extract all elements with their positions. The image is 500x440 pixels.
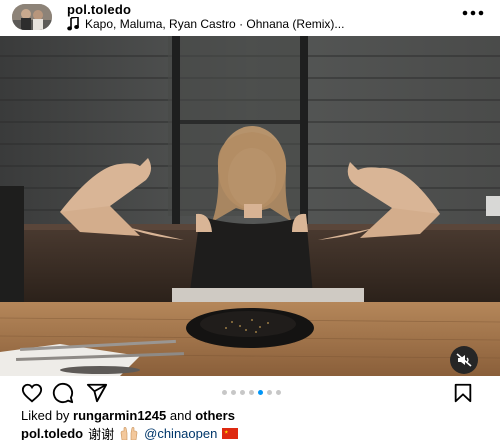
action-bar <box>0 380 500 404</box>
caption-mention[interactable]: @chinaopen <box>144 426 217 440</box>
post-photo[interactable] <box>0 36 500 376</box>
post-username[interactable]: pol.toledo <box>67 2 131 17</box>
likes-conjunction: and <box>169 408 192 423</box>
bookmark-icon[interactable] <box>452 382 474 404</box>
comment-icon[interactable] <box>52 382 74 404</box>
carousel-dot-active <box>258 390 263 395</box>
mute-icon[interactable] <box>450 346 478 374</box>
carousel-dot <box>240 390 245 395</box>
carousel-dot <box>222 390 227 395</box>
caption-username[interactable]: pol.toledo <box>21 426 83 440</box>
audio-title: Kapo, Maluma, Ryan Castro · Ohnana (Remi… <box>85 17 345 31</box>
carousel-indicator <box>222 390 281 395</box>
avatar[interactable] <box>12 4 52 30</box>
likes-others[interactable]: others <box>195 408 235 423</box>
share-icon[interactable] <box>86 382 108 404</box>
post-header: pol.toledo Kapo, Maluma, Ryan Castro · O… <box>0 0 500 36</box>
caption-text: 谢谢 <box>88 427 115 440</box>
likes-prefix: Liked by <box>21 408 70 423</box>
carousel-dot <box>231 390 236 395</box>
carousel-dot <box>276 390 281 395</box>
likes-line: Liked by rungarmin1245 and others <box>21 408 235 423</box>
heart-icon[interactable] <box>21 382 43 404</box>
more-icon[interactable] <box>462 10 484 16</box>
carousel-dot <box>249 390 254 395</box>
likes-user[interactable]: rungarmin1245 <box>73 408 166 423</box>
audio-row[interactable]: Kapo, Maluma, Ryan Castro · Ohnana (Remi… <box>67 17 344 31</box>
caption: pol.toledo 谢谢 @chinaopen <box>21 424 239 440</box>
carousel-dot <box>267 390 272 395</box>
hands-icon <box>120 426 138 440</box>
china-flag-icon <box>222 428 239 439</box>
music-icon <box>67 17 79 31</box>
